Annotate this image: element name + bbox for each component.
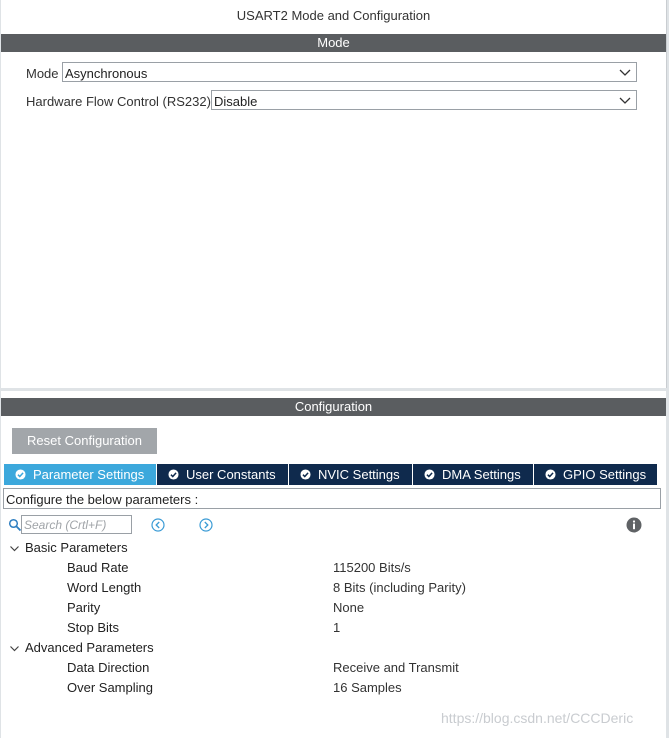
parameter-value: Receive and Transmit <box>333 660 459 675</box>
group-label: Basic Parameters <box>25 540 128 555</box>
parameter-name: Word Length <box>67 580 142 595</box>
parameter-name: Over Sampling <box>67 680 153 695</box>
chevron-down-icon <box>10 646 19 652</box>
circle-arrow-right-icon[interactable] <box>199 518 213 532</box>
description-box: Configure the below parameters : <box>3 488 661 509</box>
circle-arrow-left-icon[interactable] <box>151 518 165 532</box>
window-title: USART2 Mode and Configuration <box>236 8 431 23</box>
advanced-parameters-group[interactable]: Advanced Parameters <box>1 639 661 659</box>
parameter-name: Baud Rate <box>67 560 129 575</box>
flow-control-label: Hardware Flow Control (RS232) <box>26 94 211 109</box>
parameter-name: Stop Bits <box>67 620 120 635</box>
description-text: Configure the below parameters : <box>6 492 199 507</box>
parameter-name: Data Direction <box>67 660 150 675</box>
tab-label: NVIC Settings <box>318 467 400 482</box>
parameter-value: 115200 Bits/s <box>333 560 411 575</box>
mode-select[interactable]: Asynchronous <box>62 62 637 82</box>
search-input[interactable] <box>21 515 132 534</box>
watermark-text: https://blog.csdn.net/CCCDeric <box>441 710 634 726</box>
table-row[interactable]: Baud Rate 115200 Bits/s <box>1 559 661 579</box>
table-row[interactable]: Data Direction Receive and Transmit <box>1 659 661 679</box>
parameter-value: 1 <box>333 620 341 635</box>
flow-control-select[interactable]: Disable <box>211 90 637 110</box>
tab-dma-settings[interactable]: DMA Settings <box>413 464 534 485</box>
tab-label: GPIO Settings <box>563 467 647 482</box>
check-circle-icon <box>424 469 435 480</box>
mode-select-value: Asynchronous <box>65 66 148 81</box>
configuration-panel: Configuration Reset Configuration Parame… <box>1 391 666 738</box>
parameter-value: 16 Samples <box>333 680 402 695</box>
tab-label: User Constants <box>186 467 276 482</box>
search-icon <box>8 518 22 532</box>
group-label: Advanced Parameters <box>25 640 154 655</box>
parameter-value: None <box>333 600 365 615</box>
tab-parameter-settings[interactable]: Parameter Settings <box>4 464 157 485</box>
mode-section-header: Mode <box>1 34 666 52</box>
config-tabs: Parameter Settings User Constants NVIC S… <box>4 464 657 485</box>
parameter-value: 8 Bits (including Parity) <box>333 580 466 595</box>
tab-gpio-settings[interactable]: GPIO Settings <box>534 464 657 485</box>
check-circle-icon <box>15 469 26 480</box>
table-row[interactable]: Word Length 8 Bits (including Parity) <box>1 579 661 599</box>
tab-user-constants[interactable]: User Constants <box>157 464 289 485</box>
table-row[interactable]: Parity None <box>1 599 661 619</box>
tab-label: DMA Settings <box>442 467 521 482</box>
parameter-name: Parity <box>67 600 101 615</box>
check-circle-icon <box>545 469 556 480</box>
basic-parameters-group[interactable]: Basic Parameters <box>1 539 661 559</box>
chevron-down-icon <box>619 69 631 76</box>
reset-configuration-button[interactable]: Reset Configuration <box>12 428 157 454</box>
tab-nvic-settings[interactable]: NVIC Settings <box>289 464 413 485</box>
flow-control-row: Hardware Flow Control (RS232) Disable <box>26 90 637 112</box>
check-circle-icon <box>168 469 179 480</box>
flow-control-select-value: Disable <box>214 94 258 109</box>
mode-label: Mode <box>26 66 59 81</box>
info-icon[interactable] <box>626 517 642 533</box>
mode-panel: USART2 Mode and Configuration Mode Mode … <box>1 0 667 388</box>
mode-row: Mode Asynchronous <box>26 62 637 84</box>
tab-label: Parameter Settings <box>33 467 145 482</box>
chevron-down-icon <box>10 546 19 552</box>
table-row[interactable]: Over Sampling 16 Samples <box>1 679 661 699</box>
chevron-down-icon <box>619 97 631 104</box>
check-circle-icon <box>300 469 311 480</box>
table-row[interactable]: Stop Bits 1 <box>1 619 661 639</box>
configuration-section-header: Configuration <box>1 398 666 416</box>
